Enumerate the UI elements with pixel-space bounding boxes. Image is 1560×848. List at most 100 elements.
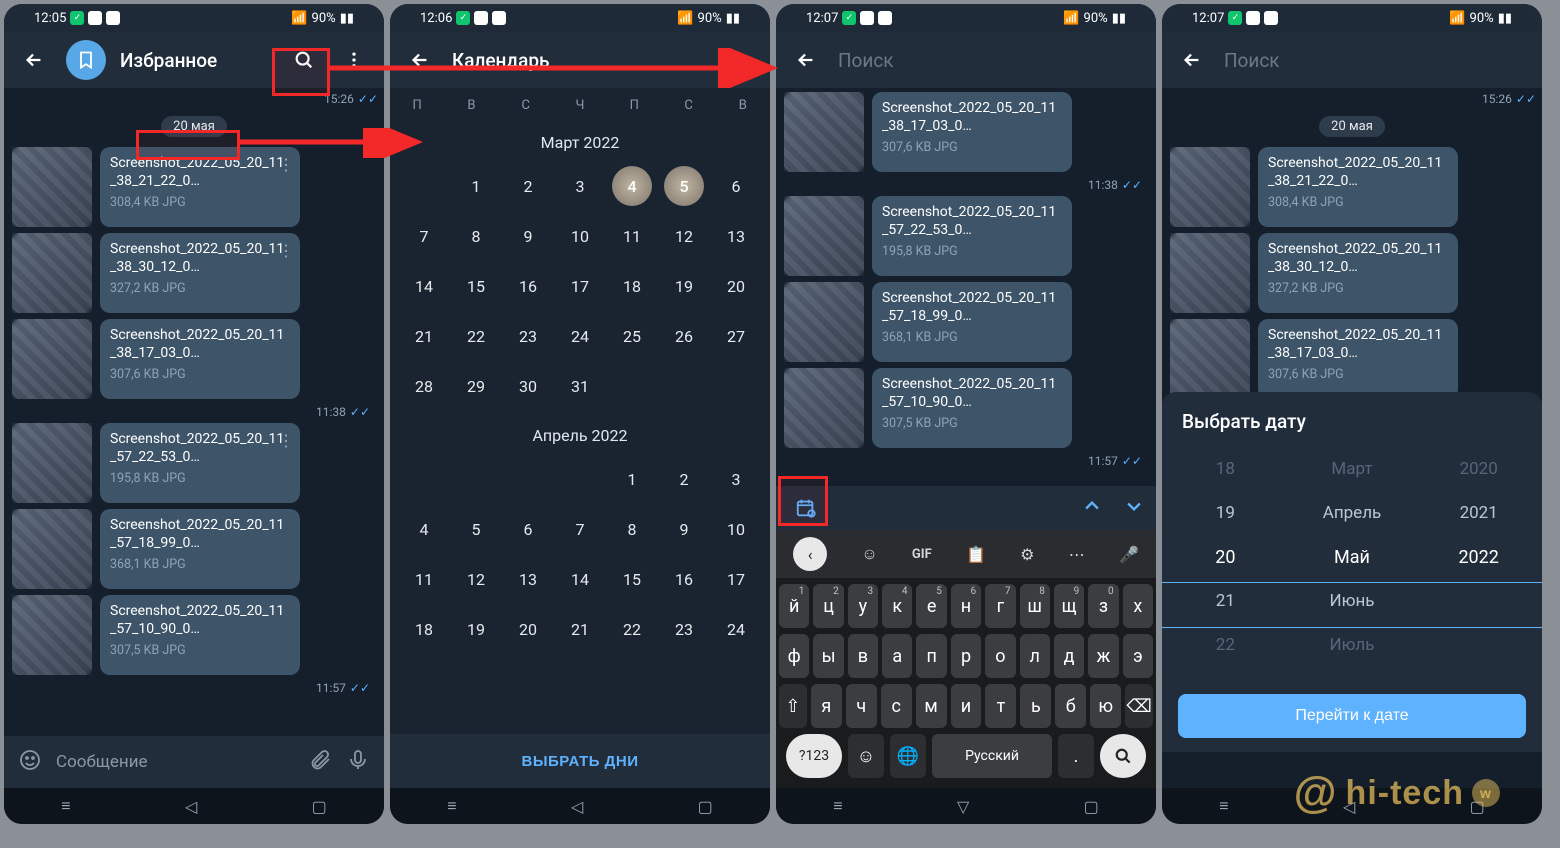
message-bubble[interactable]: Screenshot_2022_05_20_11_38_17_03_0… 307…	[100, 319, 300, 399]
backspace-key[interactable]: ⌫	[1125, 684, 1153, 728]
calendar-day[interactable]: 22	[450, 314, 502, 358]
attach-icon[interactable]	[308, 748, 332, 776]
go-to-date-button[interactable]: Перейти к дате	[1178, 694, 1526, 738]
calendar-day[interactable]: 29	[450, 364, 502, 408]
month-wheel[interactable]: Март Апрель Май Июнь Июль	[1289, 447, 1416, 684]
nav-menu-icon[interactable]: ≡	[447, 796, 456, 816]
search-icon[interactable]	[286, 42, 322, 78]
calendar-day[interactable]: 7	[398, 214, 450, 258]
key[interactable]: ж	[1088, 634, 1118, 678]
calendar-day[interactable]: 14	[398, 264, 450, 308]
key[interactable]: ч	[846, 684, 877, 728]
nav-home-icon[interactable]: ▢	[312, 797, 327, 816]
year-wheel[interactable]: 2020 2021 2022	[1415, 447, 1542, 684]
calendar-day[interactable]: 24	[554, 314, 606, 358]
attachment-thumb[interactable]	[784, 92, 864, 172]
search-input[interactable]: Поиск	[1224, 49, 1530, 72]
calendar-day[interactable]: 24	[710, 607, 762, 651]
key[interactable]: з0	[1088, 584, 1118, 628]
attachment-thumb[interactable]	[12, 595, 92, 675]
message-bubble[interactable]: Screenshot_2022_05_20_11_38_17_03_0… 307…	[872, 92, 1072, 172]
nav-menu-icon[interactable]: ≡	[61, 796, 70, 816]
message-bubble[interactable]: Screenshot_2022_05_20_11_57_10_90_0… 307…	[872, 368, 1072, 448]
nav-menu-icon[interactable]: ≡	[833, 796, 842, 816]
calendar-day[interactable]: 4	[606, 164, 658, 208]
calendar-day[interactable]: 17	[710, 557, 762, 601]
key[interactable]: п	[916, 634, 946, 678]
attachment-thumb[interactable]	[1170, 233, 1250, 313]
back-icon[interactable]	[788, 42, 824, 78]
calendar-day[interactable]: 28	[398, 364, 450, 408]
message-more-icon[interactable]: ⋮	[278, 155, 294, 174]
calendar-day[interactable]: 27	[710, 314, 762, 358]
key[interactable]: ь	[1020, 684, 1051, 728]
calendar-day[interactable]: 11	[606, 214, 658, 258]
calendar-day[interactable]: 25	[606, 314, 658, 358]
calendar-day[interactable]: 14	[554, 557, 606, 601]
message-bubble[interactable]: Screenshot_2022_05_20_11_38_17_03_0… 307…	[1258, 319, 1458, 399]
emoji-key[interactable]: ☺	[848, 734, 884, 778]
nav-menu-icon[interactable]: ≡	[1219, 796, 1228, 816]
message-bubble[interactable]: Screenshot_2022_05_20_11_38_21_22_0… 308…	[1258, 147, 1458, 227]
calendar-day[interactable]: 10	[554, 214, 606, 258]
back-icon[interactable]	[1174, 42, 1210, 78]
message-bubble[interactable]: Screenshot_2022_05_20_11_57_18_99_0… 368…	[100, 509, 300, 589]
calendar-day[interactable]: 18	[398, 607, 450, 651]
key[interactable]: н6	[951, 584, 981, 628]
key[interactable]: к4	[882, 584, 912, 628]
back-icon[interactable]	[16, 42, 52, 78]
calendar-day[interactable]: 6	[502, 507, 554, 551]
nav-back-icon[interactable]: ▽	[957, 797, 969, 816]
select-days-button[interactable]: ВЫБРАТЬ ДНИ	[522, 753, 639, 770]
calendar-day[interactable]: 10	[710, 507, 762, 551]
calendar-day[interactable]: 30	[502, 364, 554, 408]
attachment-thumb[interactable]	[12, 147, 92, 227]
key[interactable]: м	[916, 684, 947, 728]
key[interactable]: я	[811, 684, 842, 728]
space-key[interactable]: Русский	[932, 734, 1052, 778]
attachment-thumb[interactable]	[784, 282, 864, 362]
calendar-day[interactable]: 21	[398, 314, 450, 358]
kbd-gif-icon[interactable]: GIF	[912, 547, 932, 562]
key[interactable]: г7	[985, 584, 1015, 628]
search-go-key[interactable]	[1100, 734, 1146, 778]
kbd-mic-icon[interactable]: 🎤	[1119, 545, 1139, 564]
key[interactable]: л	[1020, 634, 1050, 678]
calendar-day[interactable]: 8	[450, 214, 502, 258]
calendar-day[interactable]: 22	[606, 607, 658, 651]
saved-messages-avatar[interactable]	[66, 40, 106, 80]
key[interactable]: а	[882, 634, 912, 678]
key[interactable]: р	[951, 634, 981, 678]
calendar-day[interactable]: 5	[450, 507, 502, 551]
key[interactable]: у3	[848, 584, 878, 628]
calendar-day[interactable]: 12	[658, 214, 710, 258]
calendar-day[interactable]: 20	[502, 607, 554, 651]
calendar-day[interactable]: 3	[710, 457, 762, 501]
calendar-day[interactable]: 19	[658, 264, 710, 308]
calendar-day[interactable]: 26	[658, 314, 710, 358]
calendar-day[interactable]: 7	[554, 507, 606, 551]
calendar-day[interactable]: 19	[450, 607, 502, 651]
attachment-thumb[interactable]	[12, 509, 92, 589]
message-bubble[interactable]: Screenshot_2022_05_20_11_57_18_99_0… 368…	[872, 282, 1072, 362]
key[interactable]: э	[1123, 634, 1153, 678]
calendar-day[interactable]: 16	[502, 264, 554, 308]
kbd-collapse-icon[interactable]: ‹	[793, 537, 827, 571]
calendar-day[interactable]: 13	[710, 214, 762, 258]
message-bubble[interactable]: Screenshot_2022_05_20_11_38_21_22_0… 308…	[100, 147, 300, 227]
message-bubble[interactable]: Screenshot_2022_05_20_11_38_30_12_0… 327…	[1258, 233, 1458, 313]
message-bubble[interactable]: Screenshot_2022_05_20_11_57_22_53_0… 195…	[872, 196, 1072, 276]
language-key[interactable]: 🌐	[890, 734, 926, 778]
key[interactable]: щ9	[1054, 584, 1084, 628]
nav-back-icon[interactable]: ◁	[571, 797, 583, 816]
calendar-day[interactable]: 4	[398, 507, 450, 551]
kbd-sticker-icon[interactable]: ☺	[861, 544, 877, 564]
kbd-more-icon[interactable]: ⋯	[1069, 545, 1085, 564]
calendar-day[interactable]: 9	[502, 214, 554, 258]
message-more-icon[interactable]: ⋮	[278, 431, 294, 450]
calendar-day[interactable]: 16	[658, 557, 710, 601]
attachment-thumb[interactable]	[1170, 147, 1250, 227]
calendar-day[interactable]: 1	[450, 164, 502, 208]
calendar-day[interactable]: 23	[658, 607, 710, 651]
key[interactable]: д	[1054, 634, 1084, 678]
